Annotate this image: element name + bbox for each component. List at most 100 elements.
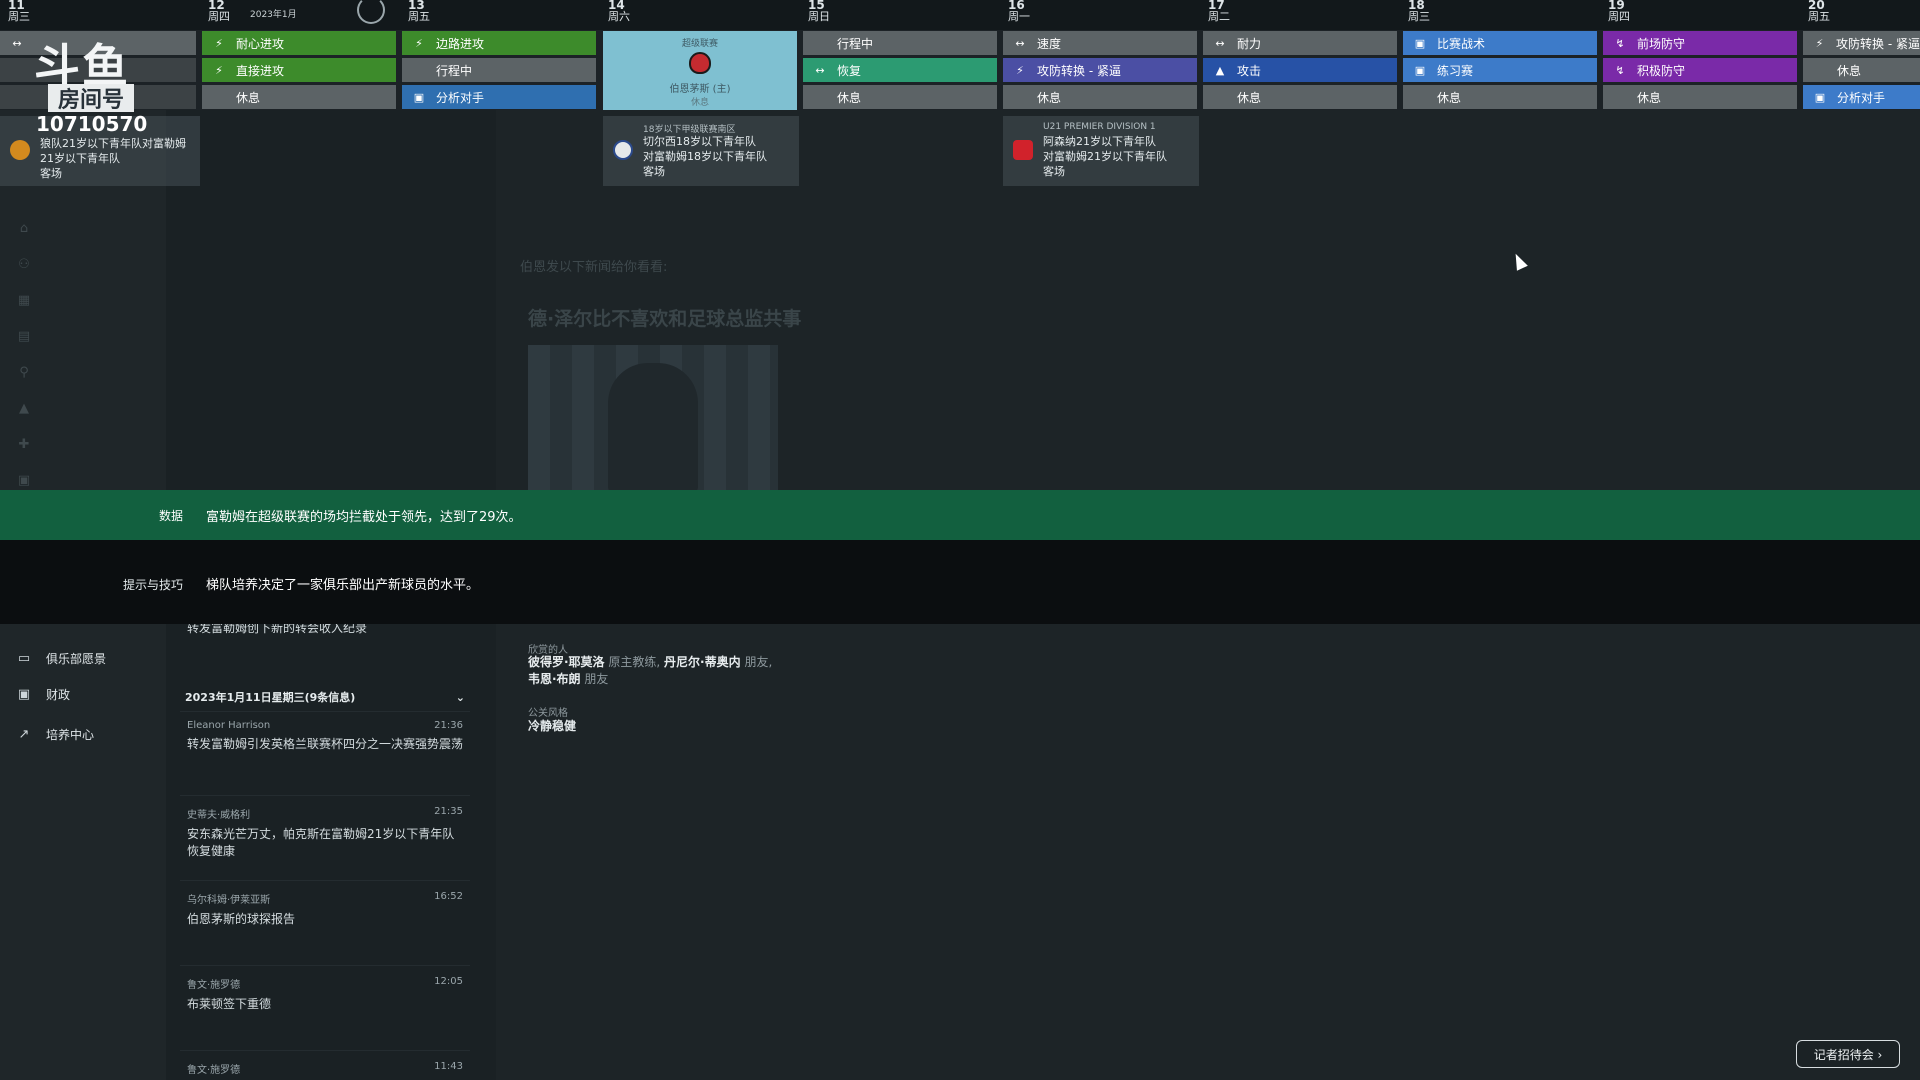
admirer-name[interactable]: 丹尼尔·蒂奥内 (664, 655, 741, 669)
sidebar-item-staff[interactable]: ⚲ (0, 354, 166, 390)
admirer-role: 朋友 (744, 655, 769, 669)
club-crest-icon (689, 52, 711, 74)
weekday: 周五 (1808, 10, 1830, 23)
message-subject: 布莱顿签下重德 (187, 997, 272, 1011)
sidebar-item-data[interactable]: ▤ (0, 318, 166, 354)
feed-date-label: 2023年1月11日星期三(9条信息) (185, 691, 356, 704)
sidebar-item-development-center[interactable]: ↗ 培养中心 (0, 716, 166, 752)
training-slot[interactable]: ↔ 恢复 (803, 58, 997, 82)
training-slot[interactable]: ▣ 分析对手 (402, 85, 596, 109)
training-slot[interactable]: 休息 (1403, 85, 1597, 109)
slot-label: 积极防守 (1637, 63, 1686, 78)
transition-icon: ⚡ (1016, 63, 1024, 77)
slot-label: 休息 (1437, 90, 1462, 105)
training-slot[interactable]: ↔ 耐力 (1203, 31, 1397, 55)
tip-banner-text: 梯队培养决定了一家俱乐部出产新球员的水平。 (206, 578, 480, 593)
match-card[interactable]: 超级联赛 伯恩茅斯 (主) 休息 (603, 31, 797, 110)
slot-label: 耐力 (1237, 36, 1262, 51)
divider (180, 711, 470, 712)
training-slot[interactable]: 休息 (1803, 58, 1920, 82)
match-opponent: 伯恩茅斯 (主) (669, 84, 731, 95)
feed-date-header[interactable]: 2023年1月11日星期三(9条信息) ⌄ (185, 687, 465, 707)
slot-label: 分析对手 (1837, 90, 1886, 105)
message-sender: Eleanor Harrison (187, 720, 271, 731)
admirer-name[interactable]: 韦恩·布朗 (528, 672, 581, 686)
training-slot[interactable]: ⚡ 攻防转换 - 紧逼 (1003, 58, 1197, 82)
training-slot[interactable]: 休息 (202, 85, 396, 109)
message-time: 21:35 (434, 806, 463, 817)
training-slot[interactable]: ⚡ 直接进攻 (202, 58, 396, 82)
message-time: 11:43 (434, 1061, 463, 1072)
whistle-icon: ▲ (19, 400, 29, 416)
admirer-name[interactable]: 彼得罗·耶莫洛 (528, 655, 605, 669)
runner-icon: ⚡ (415, 36, 423, 50)
fixture-line: 切尔西18岁以下青年队 (643, 135, 756, 148)
training-slot[interactable]: ⚡ 边路进攻 (402, 31, 596, 55)
sidebar-item-training[interactable]: ▲ (0, 390, 166, 426)
training-slot[interactable]: ▣ 练习赛 (1403, 58, 1597, 82)
sidebar-item-inbox[interactable]: ⌂ (0, 210, 166, 246)
message-subject: 转发富勒姆引发英格兰联赛杯四分之一决赛强势震荡 (187, 737, 464, 751)
weekday: 周二 (1208, 10, 1230, 23)
fixture-league: U21 PREMIER DIVISION 1 (1043, 122, 1156, 132)
weekday: 周三 (8, 10, 30, 23)
fixture-line: 21岁以下青年队 (40, 152, 120, 165)
slot-label: 行程中 (837, 36, 874, 51)
defend-icon: ↯ (1615, 36, 1625, 50)
person-icon: ⚲ (19, 364, 29, 380)
slot-label: 休息 (1837, 63, 1862, 78)
slot-label: 比赛战术 (1437, 36, 1486, 51)
fixture-card[interactable]: 18岁以下甲级联赛南区 切尔西18岁以下青年队 对富勒姆18岁以下青年队 客场 (603, 116, 799, 186)
weekday: 周四 (1608, 10, 1630, 23)
training-slot[interactable]: 休息 (803, 85, 997, 109)
wallet-icon: ▣ (17, 686, 31, 702)
sidebar-item-tactics[interactable]: ▦ (0, 282, 166, 318)
training-slot[interactable]: ▣ 分析对手 (1803, 85, 1920, 109)
training-slot[interactable]: 休息 (1603, 85, 1797, 109)
admirers-list: 彼得罗·耶莫洛 原主教练, 丹尼尔·蒂奥内 朋友, 韦恩·布朗 朋友 (528, 655, 773, 686)
training-slot[interactable]: ↯ 积极防守 (1603, 58, 1797, 82)
list-item[interactable]: 史蒂夫·威格利 21:35 安东森光芒万丈，帕克斯在富勒姆21岁以下青年队恢复健康 (187, 806, 463, 860)
slot-label: 攻击 (1237, 63, 1262, 78)
message-time: 16:52 (434, 891, 463, 902)
sidebar-item-finances[interactable]: ▣ 财政 (0, 676, 166, 712)
day-header: 15 周日 (808, 0, 830, 30)
arsenal-crest-icon (1013, 140, 1033, 160)
clipboard-icon: ▣ (1414, 36, 1426, 50)
divider (180, 795, 470, 796)
training-slot[interactable]: 行程中 (803, 31, 997, 55)
fixture-line: 对富勒姆18岁以下青年队 (643, 150, 767, 163)
fixture-venue: 客场 (643, 165, 665, 178)
weekday: 周五 (408, 10, 430, 23)
slot-label: 休息 (837, 90, 862, 105)
day-header: 13 周五 (408, 0, 430, 30)
weekday: 周日 (808, 10, 830, 23)
training-slot[interactable]: ↔ 速度 (1003, 31, 1197, 55)
sidebar-item-squad[interactable]: ⚇ (0, 246, 166, 282)
press-conference-button[interactable]: 记者招待会 › (1796, 1040, 1900, 1068)
stat-banner-text: 富勒姆在超级联赛的场均拦截处于领先，达到了29次。 (206, 510, 522, 525)
message-sender: 乌尔科姆·伊莱亚斯 (187, 895, 271, 906)
list-item[interactable]: 鲁文·施罗德 12:05 布莱顿签下重德 (187, 976, 463, 1013)
sidebar-item-medical[interactable]: ✚ (0, 426, 166, 462)
training-slot[interactable]: ▣ 比赛战术 (1403, 31, 1597, 55)
medical-icon: ✚ (18, 436, 30, 452)
list-item[interactable]: Eleanor Harrison 21:36 转发富勒姆引发英格兰联赛杯四分之一决… (187, 720, 463, 753)
training-slot[interactable]: 休息 (1203, 85, 1397, 109)
divider (180, 1050, 470, 1051)
training-slot[interactable]: ⚡ 攻防转换 - 紧逼 (1803, 31, 1920, 55)
runner-icon: ⚡ (215, 36, 223, 50)
training-slot[interactable]: 行程中 (402, 58, 596, 82)
training-slot[interactable]: 休息 (1003, 85, 1197, 109)
list-item[interactable]: 乌尔科姆·伊莱亚斯 16:52 伯恩茅斯的球探报告 (187, 891, 463, 928)
training-slot[interactable]: ▲ 攻击 (1203, 58, 1397, 82)
training-slot[interactable]: ⚡ 耐心进攻 (202, 31, 396, 55)
sidebar-item-club-vision[interactable]: ▭ 俱乐部愿景 (0, 640, 166, 676)
chevron-down-icon: ⌄ (455, 690, 465, 704)
clipboard-icon: ▣ (413, 90, 425, 104)
list-item[interactable]: 鲁文·施罗德 11:43 (187, 1061, 463, 1076)
fixture-card[interactable]: U21 PREMIER DIVISION 1 阿森纳21岁以下青年队 对富勒姆2… (1003, 116, 1199, 186)
training-slot[interactable]: ↯ 前场防守 (1603, 31, 1797, 55)
slot-label: 休息 (236, 90, 261, 105)
day-header: 11 周三 (8, 0, 30, 30)
